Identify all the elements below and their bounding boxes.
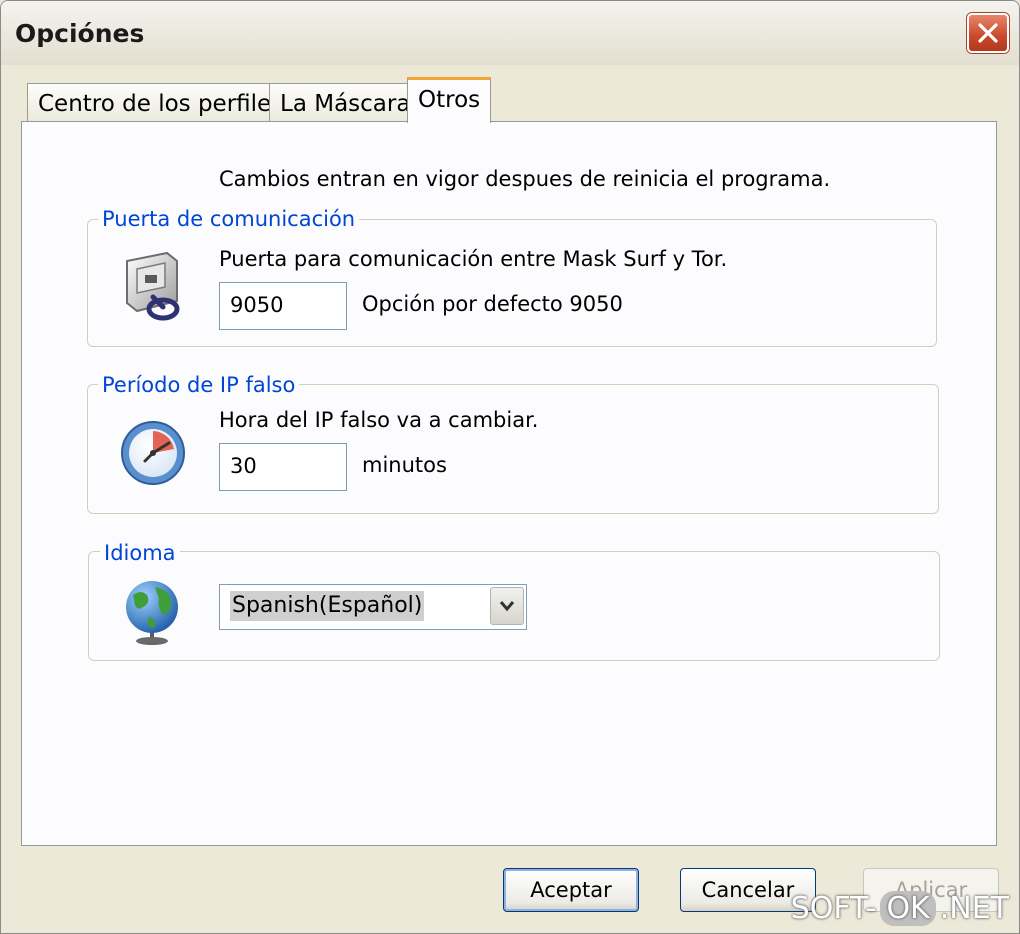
chevron-down-icon — [499, 601, 515, 612]
watermark-left: SOFT- — [790, 891, 877, 926]
ip-period-unit: minutos — [362, 453, 447, 477]
restart-notice: Cambios entran en vigor despues de reini… — [219, 167, 831, 191]
ip-period-description: Hora del IP falso va a cambiar. — [219, 408, 539, 432]
language-select-value: Spanish(Español) — [230, 591, 425, 621]
port-group-legend: Puerta de comunicación — [98, 207, 360, 231]
port-groupbox — [87, 219, 937, 347]
ip-period-groupbox — [87, 384, 939, 514]
tab-profiles[interactable]: Centro de los perfiles — [27, 83, 295, 123]
globe-icon — [126, 581, 178, 645]
language-dropdown-button[interactable] — [490, 587, 524, 625]
watermark-ok: OK — [880, 891, 936, 926]
ip-period-legend: Período de IP falso — [98, 373, 300, 397]
network-port-icon — [126, 251, 180, 321]
port-default-hint: Opción por defecto 9050 — [362, 292, 623, 316]
port-description: Puerta para comunicación entre Mask Surf… — [219, 247, 728, 271]
accept-button[interactable]: Aceptar — [503, 868, 639, 912]
options-dialog: Opciónes Centro de los perfiles La Másca… — [0, 0, 1020, 934]
language-legend: Idioma — [100, 541, 180, 565]
ip-period-input[interactable]: 30 — [219, 443, 347, 491]
tab-otros[interactable]: Otros — [407, 77, 492, 123]
watermark: SOFT- OK .NET — [791, 891, 1009, 926]
clock-icon — [121, 421, 185, 485]
watermark-right: .NET — [939, 891, 1009, 926]
title-bar[interactable]: Opciónes — [1, 1, 1019, 65]
close-icon — [978, 23, 998, 43]
port-input[interactable]: 9050 — [219, 282, 347, 330]
tab-mask[interactable]: La Máscara — [269, 83, 422, 123]
language-select[interactable]: Spanish(Español) — [219, 584, 527, 630]
window-title: Opciónes — [15, 19, 145, 48]
close-button[interactable] — [967, 13, 1009, 53]
